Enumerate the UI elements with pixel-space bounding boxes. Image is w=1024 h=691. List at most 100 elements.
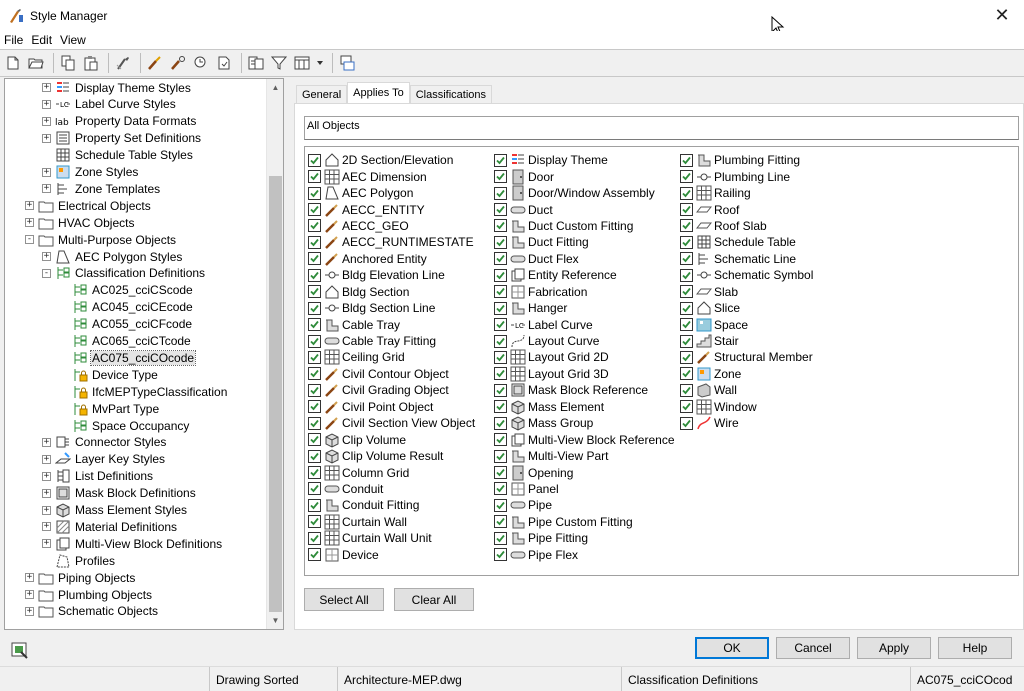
object-type-opening[interactable]: Opening	[494, 464, 675, 481]
object-type-civil-section-view-object[interactable]: Civil Section View Object	[308, 415, 475, 431]
object-type-multi-view-part[interactable]: Multi-View Part	[494, 448, 675, 464]
dropdown-icon[interactable]	[315, 53, 325, 73]
checkbox-window[interactable]	[680, 400, 693, 414]
expand-icon[interactable]: +	[25, 201, 34, 211]
tree-node-display-theme-styles[interactable]: + Display Theme Styles	[42, 79, 192, 96]
object-type-bldg-elevation-line[interactable]: Bldg Elevation Line	[308, 267, 475, 283]
object-type-pipe-custom-fitting[interactable]: Pipe Custom Fitting	[494, 514, 675, 530]
sort-icon[interactable]	[246, 53, 266, 73]
checkbox-entity-reference[interactable]	[494, 268, 507, 282]
checkbox-fabrication[interactable]	[494, 285, 507, 299]
checkbox-layout-grid-3d[interactable]	[494, 367, 507, 381]
checkbox-pipe[interactable]	[494, 498, 507, 512]
object-type-clip-volume-result[interactable]: Clip Volume Result	[308, 448, 475, 464]
checkbox-roof[interactable]	[680, 203, 693, 217]
tree-node-property-set-definitions[interactable]: + Property Set Definitions	[42, 130, 202, 147]
checkbox-pipe-custom-fitting[interactable]	[494, 515, 507, 529]
object-type-zone[interactable]: Zone	[680, 366, 813, 382]
checkbox-slice[interactable]	[680, 301, 693, 315]
inventory-icon[interactable]	[191, 53, 211, 73]
scroll-up-icon[interactable]: ▲	[267, 79, 283, 96]
menu-file[interactable]: File	[0, 31, 27, 49]
object-type-mass-element[interactable]: Mass Element	[494, 399, 675, 415]
checkbox-civil-contour-object[interactable]	[308, 367, 321, 381]
checkbox-clip-volume-result[interactable]	[308, 449, 321, 463]
object-type-plumbing-line[interactable]: Plumbing Line	[680, 168, 813, 184]
object-type-door-window-assembly[interactable]: Door/Window Assembly	[494, 185, 675, 201]
checkbox-aecc-runtimestate[interactable]	[308, 235, 321, 249]
tree-node-classification-definitions[interactable]: - Classification Definitions	[42, 265, 206, 282]
checkbox-mask-block-reference[interactable]	[494, 383, 507, 397]
object-type-layout-curve[interactable]: Layout Curve	[494, 333, 675, 349]
copy-icon[interactable]	[58, 53, 78, 73]
object-type-civil-grading-object[interactable]: Civil Grading Object	[308, 382, 475, 398]
checkbox-column-grid[interactable]	[308, 466, 321, 480]
expand-icon[interactable]: +	[25, 573, 34, 583]
tab-classifications[interactable]: Classifications	[409, 85, 493, 104]
scroll-down-icon[interactable]: ▼	[267, 612, 283, 629]
tree-node-space-occupancy[interactable]: Space Occupancy	[59, 417, 190, 434]
object-type-schematic-line[interactable]: Schematic Line	[680, 251, 813, 267]
object-type-pipe[interactable]: Pipe	[494, 497, 675, 513]
object-type-layout-grid-2d[interactable]: Layout Grid 2D	[494, 349, 675, 365]
tab-general[interactable]: General	[296, 85, 348, 104]
tree-node-ac055-ccicfcode[interactable]: AC055_cciCFcode	[59, 316, 193, 333]
edit-style-icon[interactable]	[145, 53, 165, 73]
checkbox-conduit-fitting[interactable]	[308, 498, 321, 512]
menu-edit[interactable]: Edit	[27, 31, 56, 49]
object-type-bldg-section-line[interactable]: Bldg Section Line	[308, 300, 475, 316]
expand-icon[interactable]: +	[42, 184, 51, 194]
object-type-bldg-section[interactable]: Bldg Section	[308, 284, 475, 300]
cancel-button[interactable]: Cancel	[776, 637, 850, 659]
menu-view[interactable]: View	[56, 31, 90, 49]
checkbox-cable-tray[interactable]	[308, 318, 321, 332]
tree-node-label-curve-styles[interactable]: + LC Label Curve Styles	[42, 96, 177, 113]
expand-icon[interactable]: +	[42, 488, 51, 498]
expand-icon[interactable]: +	[42, 99, 51, 109]
expand-icon[interactable]: +	[42, 252, 51, 261]
checkbox-schematic-symbol[interactable]	[680, 268, 693, 282]
tree-node-schedule-table-styles[interactable]: Schedule Table Styles	[42, 147, 194, 164]
object-type-duct-custom-fitting[interactable]: Duct Custom Fitting	[494, 218, 675, 234]
checkbox-label-curve[interactable]	[494, 318, 507, 332]
object-type-fabrication[interactable]: Fabrication	[494, 284, 675, 300]
set-from-icon[interactable]	[168, 53, 188, 73]
object-type-aec-polygon[interactable]: AEC Polygon	[308, 185, 475, 201]
tree-node-mvpart-type[interactable]: MvPart Type	[59, 400, 160, 417]
object-type-railing[interactable]: Railing	[680, 185, 813, 201]
object-type-civil-point-object[interactable]: Civil Point Object	[308, 399, 475, 415]
tree-node-list-definitions[interactable]: + List Definitions	[42, 468, 154, 485]
object-type-aec-dimension[interactable]: AEC Dimension	[308, 168, 475, 185]
checkbox-curtain-wall-unit[interactable]	[308, 531, 321, 545]
object-type-duct[interactable]: Duct	[494, 201, 675, 217]
checkbox-curtain-wall[interactable]	[308, 515, 321, 529]
expand-icon[interactable]: +	[25, 606, 34, 616]
checkbox-device[interactable]	[308, 548, 321, 562]
checkbox-space[interactable]	[680, 318, 693, 332]
checkbox-structural-member[interactable]	[680, 350, 693, 364]
checkbox-bldg-section-line[interactable]	[308, 301, 321, 315]
object-type-space[interactable]: Space	[680, 316, 813, 332]
tree-node-property-data-formats[interactable]: + lab Property Data Formats	[42, 113, 197, 130]
expand-icon[interactable]: +	[42, 116, 51, 126]
checkbox-hanger[interactable]	[494, 301, 507, 315]
object-type-schematic-symbol[interactable]: Schematic Symbol	[680, 267, 813, 283]
tree-node-schematic-objects[interactable]: + Schematic Objects	[25, 603, 159, 620]
object-type-duct-flex[interactable]: Duct Flex	[494, 251, 675, 267]
expand-icon[interactable]: +	[42, 539, 51, 549]
object-type-conduit[interactable]: Conduit	[308, 481, 475, 497]
filter-icon[interactable]	[269, 53, 289, 73]
tree-node-profiles[interactable]: Profiles	[42, 552, 116, 569]
tree-node-ac065-ccictcode[interactable]: AC065_cciCTcode	[59, 333, 192, 350]
checkbox-bldg-section[interactable]	[308, 285, 321, 299]
checkbox-opening[interactable]	[494, 466, 507, 480]
object-type-mask-block-reference[interactable]: Mask Block Reference	[494, 382, 675, 398]
object-type-wire[interactable]: Wire	[680, 415, 813, 431]
object-type-wall[interactable]: Wall	[680, 382, 813, 398]
tree-node-ac025-ccicscode[interactable]: AC025_cciCScode	[59, 282, 194, 299]
toggle-view-icon[interactable]	[214, 53, 234, 73]
tree-node-connector-styles[interactable]: + Connector Styles	[42, 434, 167, 451]
tree-node-ac045-ccicecode[interactable]: AC045_cciCEcode	[59, 299, 194, 316]
checkbox-civil-point-object[interactable]	[308, 400, 321, 414]
tree-node-electrical-objects[interactable]: + Electrical Objects	[25, 197, 152, 214]
